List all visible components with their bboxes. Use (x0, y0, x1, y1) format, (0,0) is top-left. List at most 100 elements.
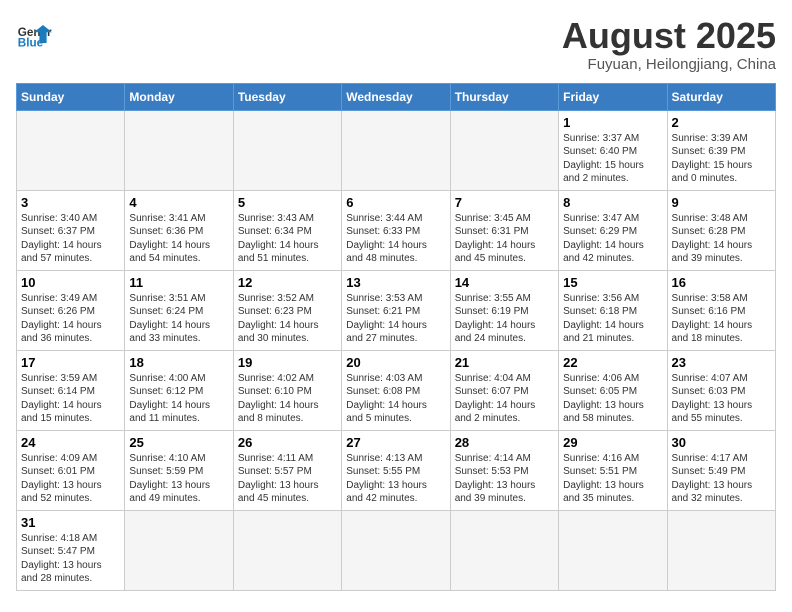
day-info: Sunrise: 4:09 AM Sunset: 6:01 PM Dayligh… (21, 452, 120, 506)
day-info: Sunrise: 3:58 AM Sunset: 6:16 PM Dayligh… (672, 292, 771, 346)
logo: General Blue (16, 16, 52, 52)
day-info: Sunrise: 3:44 AM Sunset: 6:33 PM Dayligh… (346, 212, 445, 266)
day-info: Sunrise: 3:43 AM Sunset: 6:34 PM Dayligh… (238, 212, 337, 266)
weekday-header-thursday: Thursday (450, 83, 558, 110)
calendar-cell (233, 110, 341, 190)
day-info: Sunrise: 4:07 AM Sunset: 6:03 PM Dayligh… (672, 372, 771, 426)
calendar-cell: 4 Sunrise: 3:41 AM Sunset: 6:36 PM Daylig… (125, 190, 233, 270)
logo-icon: General Blue (16, 16, 52, 52)
calendar-cell: 7Sunrise: 3:45 AM Sunset: 6:31 PM Daylig… (450, 190, 558, 270)
calendar-cell: 5 Sunrise: 3:43 AM Sunset: 6:34 PM Daylig… (233, 190, 341, 270)
calendar-cell: 25Sunrise: 4:10 AM Sunset: 5:59 PM Dayli… (125, 430, 233, 510)
calendar-cell: 23 Sunrise: 4:07 AM Sunset: 6:03 PM Dayli… (667, 350, 775, 430)
calendar-cell: 15 Sunrise: 3:56 AM Sunset: 6:18 PM Dayli… (559, 270, 667, 350)
day-number: 19 (238, 355, 337, 370)
day-number: 27 (346, 435, 445, 450)
calendar-cell (233, 510, 341, 590)
title-block: August 2025 Fuyuan, Heilongjiang, China (562, 16, 776, 73)
day-number: 22 (563, 355, 662, 370)
calendar-week-row: 3Sunrise: 3:40 AM Sunset: 6:37 PM Daylig… (17, 190, 776, 270)
day-info: Sunrise: 4:18 AM Sunset: 5:47 PM Dayligh… (21, 532, 120, 586)
day-info: Sunrise: 3:45 AM Sunset: 6:31 PM Dayligh… (455, 212, 554, 266)
calendar-cell: 9 Sunrise: 3:48 AM Sunset: 6:28 PM Daylig… (667, 190, 775, 270)
calendar-cell: 21 Sunrise: 4:04 AM Sunset: 6:07 PM Dayli… (450, 350, 558, 430)
day-info: Sunrise: 3:41 AM Sunset: 6:36 PM Dayligh… (129, 212, 228, 266)
day-info: Sunrise: 4:17 AM Sunset: 5:49 PM Dayligh… (672, 452, 771, 506)
day-number: 8 (563, 195, 662, 210)
calendar-cell: 14 Sunrise: 3:55 AM Sunset: 6:19 PM Dayli… (450, 270, 558, 350)
day-info: Sunrise: 4:11 AM Sunset: 5:57 PM Dayligh… (238, 452, 337, 506)
calendar-cell: 12Sunrise: 3:52 AM Sunset: 6:23 PM Dayli… (233, 270, 341, 350)
day-info: Sunrise: 3:49 AM Sunset: 6:26 PM Dayligh… (21, 292, 120, 346)
calendar-cell: 24 Sunrise: 4:09 AM Sunset: 6:01 PM Dayli… (17, 430, 125, 510)
calendar-header: SundayMondayTuesdayWednesdayThursdayFrid… (17, 83, 776, 110)
day-info: Sunrise: 3:39 AM Sunset: 6:39 PM Dayligh… (672, 132, 771, 186)
calendar-week-row: 10Sunrise: 3:49 AM Sunset: 6:26 PM Dayli… (17, 270, 776, 350)
day-info: Sunrise: 4:14 AM Sunset: 5:53 PM Dayligh… (455, 452, 554, 506)
calendar-cell (125, 110, 233, 190)
day-info: Sunrise: 3:56 AM Sunset: 6:18 PM Dayligh… (563, 292, 662, 346)
calendar-cell: 11 Sunrise: 3:51 AM Sunset: 6:24 PM Dayli… (125, 270, 233, 350)
calendar-cell: 6Sunrise: 3:44 AM Sunset: 6:33 PM Daylig… (342, 190, 450, 270)
calendar-cell: 2 Sunrise: 3:39 AM Sunset: 6:39 PM Daylig… (667, 110, 775, 190)
calendar-cell: 22Sunrise: 4:06 AM Sunset: 6:05 PM Dayli… (559, 350, 667, 430)
day-number: 2 (672, 115, 771, 130)
calendar-cell: 20 Sunrise: 4:03 AM Sunset: 6:08 PM Dayli… (342, 350, 450, 430)
day-number: 24 (21, 435, 120, 450)
weekday-header-sunday: Sunday (17, 83, 125, 110)
day-info: Sunrise: 4:16 AM Sunset: 5:51 PM Dayligh… (563, 452, 662, 506)
calendar-cell (559, 510, 667, 590)
calendar-cell: 10Sunrise: 3:49 AM Sunset: 6:26 PM Dayli… (17, 270, 125, 350)
day-info: Sunrise: 4:00 AM Sunset: 6:12 PM Dayligh… (129, 372, 228, 426)
day-number: 29 (563, 435, 662, 450)
day-number: 4 (129, 195, 228, 210)
day-number: 23 (672, 355, 771, 370)
calendar-title: August 2025 (562, 16, 776, 56)
weekday-header-wednesday: Wednesday (342, 83, 450, 110)
weekday-header-monday: Monday (125, 83, 233, 110)
calendar-cell: 28 Sunrise: 4:14 AM Sunset: 5:53 PM Dayli… (450, 430, 558, 510)
day-number: 5 (238, 195, 337, 210)
day-number: 20 (346, 355, 445, 370)
weekday-header-tuesday: Tuesday (233, 83, 341, 110)
day-number: 28 (455, 435, 554, 450)
day-number: 11 (129, 275, 228, 290)
calendar-cell: 1Sunrise: 3:37 AM Sunset: 6:40 PM Daylig… (559, 110, 667, 190)
day-info: Sunrise: 3:48 AM Sunset: 6:28 PM Dayligh… (672, 212, 771, 266)
calendar-cell (342, 110, 450, 190)
day-number: 30 (672, 435, 771, 450)
day-number: 12 (238, 275, 337, 290)
day-number: 13 (346, 275, 445, 290)
day-info: Sunrise: 4:04 AM Sunset: 6:07 PM Dayligh… (455, 372, 554, 426)
calendar-cell: 27 Sunrise: 4:13 AM Sunset: 5:55 PM Dayli… (342, 430, 450, 510)
calendar-table: SundayMondayTuesdayWednesdayThursdayFrid… (16, 83, 776, 591)
day-number: 9 (672, 195, 771, 210)
calendar-cell: 13Sunrise: 3:53 AM Sunset: 6:21 PM Dayli… (342, 270, 450, 350)
day-number: 1 (563, 115, 662, 130)
day-number: 21 (455, 355, 554, 370)
weekday-header-saturday: Saturday (667, 83, 775, 110)
day-info: Sunrise: 4:10 AM Sunset: 5:59 PM Dayligh… (129, 452, 228, 506)
calendar-cell (342, 510, 450, 590)
day-number: 14 (455, 275, 554, 290)
calendar-cell: 30 Sunrise: 4:17 AM Sunset: 5:49 PM Dayli… (667, 430, 775, 510)
calendar-cell: 18Sunrise: 4:00 AM Sunset: 6:12 PM Dayli… (125, 350, 233, 430)
day-info: Sunrise: 3:59 AM Sunset: 6:14 PM Dayligh… (21, 372, 120, 426)
day-info: Sunrise: 3:47 AM Sunset: 6:29 PM Dayligh… (563, 212, 662, 266)
calendar-cell (125, 510, 233, 590)
day-info: Sunrise: 4:13 AM Sunset: 5:55 PM Dayligh… (346, 452, 445, 506)
calendar-cell: 8 Sunrise: 3:47 AM Sunset: 6:29 PM Daylig… (559, 190, 667, 270)
calendar-cell: 16Sunrise: 3:58 AM Sunset: 6:16 PM Dayli… (667, 270, 775, 350)
day-number: 26 (238, 435, 337, 450)
calendar-week-row: 1Sunrise: 3:37 AM Sunset: 6:40 PM Daylig… (17, 110, 776, 190)
calendar-cell: 26 Sunrise: 4:11 AM Sunset: 5:57 PM Dayli… (233, 430, 341, 510)
day-info: Sunrise: 3:51 AM Sunset: 6:24 PM Dayligh… (129, 292, 228, 346)
calendar-cell: 17Sunrise: 3:59 AM Sunset: 6:14 PM Dayli… (17, 350, 125, 430)
day-number: 15 (563, 275, 662, 290)
day-info: Sunrise: 3:55 AM Sunset: 6:19 PM Dayligh… (455, 292, 554, 346)
day-info: Sunrise: 4:03 AM Sunset: 6:08 PM Dayligh… (346, 372, 445, 426)
weekday-header-row: SundayMondayTuesdayWednesdayThursdayFrid… (17, 83, 776, 110)
calendar-subtitle: Fuyuan, Heilongjiang, China (562, 56, 776, 73)
calendar-week-row: 24 Sunrise: 4:09 AM Sunset: 6:01 PM Dayli… (17, 430, 776, 510)
calendar-body: 1Sunrise: 3:37 AM Sunset: 6:40 PM Daylig… (17, 110, 776, 590)
